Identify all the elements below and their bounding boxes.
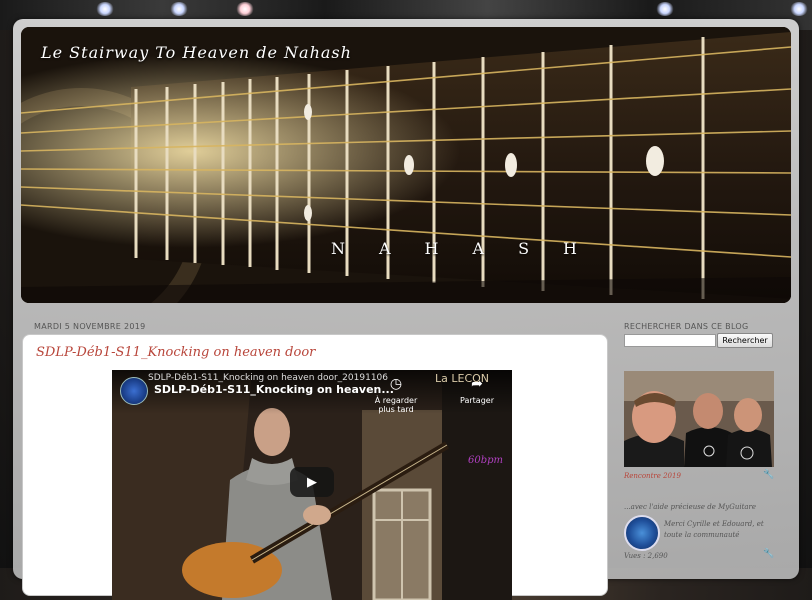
blog-container: Le Stairway To Heaven de Nahash NAHASH M… <box>13 19 799 600</box>
stage-light <box>96 2 114 16</box>
video-title[interactable]: SDLP-Déb1-S11_Knocking on heaven... <box>154 383 394 396</box>
photo-caption: Rencontre 2019 <box>624 472 681 480</box>
blog-post: SDLP-Déb1-S11_Knocking on heaven door SD… <box>22 334 608 600</box>
share-label: Partager <box>460 396 494 405</box>
post-date-header: MARDI 5 NOVEMBRE 2019 <box>34 322 146 331</box>
search-input[interactable] <box>624 334 716 347</box>
video-filename: SDLP-Déb1-S11_Knocking on heaven door_20… <box>148 373 388 383</box>
watch-later-button[interactable]: ◷ À regarder plus tard <box>366 376 426 414</box>
channel-avatar[interactable] <box>120 377 148 405</box>
stage-light <box>170 2 188 16</box>
banner-signature: NAHASH <box>331 239 611 258</box>
search-button[interactable]: Rechercher <box>717 333 773 348</box>
stage-light <box>790 2 808 16</box>
myguitare-logo[interactable] <box>624 515 660 551</box>
share-arrow-icon: ➦ <box>471 376 483 392</box>
stage-light <box>236 2 254 16</box>
wrench-icon[interactable]: 🔧 <box>763 470 774 480</box>
stage-light <box>656 2 674 16</box>
thanks-text: Merci Cyrille et Edouard, et toute la co… <box>664 520 764 539</box>
meeting-photo[interactable] <box>624 371 774 467</box>
view-counter: Vues : 2,690 <box>624 552 668 560</box>
blog-header-banner[interactable]: Le Stairway To Heaven de Nahash NAHASH <box>21 27 791 303</box>
search-widget-title: RECHERCHER DANS CE BLOG <box>624 322 749 331</box>
youtube-video-embed[interactable]: SDLP-Déb1-S11_Knocking on heaven door_20… <box>112 370 512 600</box>
post-title[interactable]: SDLP-Déb1-S11_Knocking on heaven door <box>36 345 315 360</box>
guitar-fretboard-image <box>21 27 791 303</box>
watch-later-label: À regarder plus tard <box>374 396 418 414</box>
sponsor-text: ...avec l'aide précieuse de MyGuitare <box>624 503 757 511</box>
group-photo-scene <box>624 371 774 467</box>
wrench-icon[interactable]: 🔧 <box>763 549 774 559</box>
play-icon: ▶ <box>307 474 317 490</box>
blog-title[interactable]: Le Stairway To Heaven de Nahash <box>41 43 352 62</box>
clock-icon: ◷ <box>389 376 403 392</box>
tempo-overlay: 60bpm <box>468 455 504 466</box>
share-button[interactable]: ➦ Partager <box>454 376 500 405</box>
play-button[interactable]: ▶ <box>290 467 334 497</box>
